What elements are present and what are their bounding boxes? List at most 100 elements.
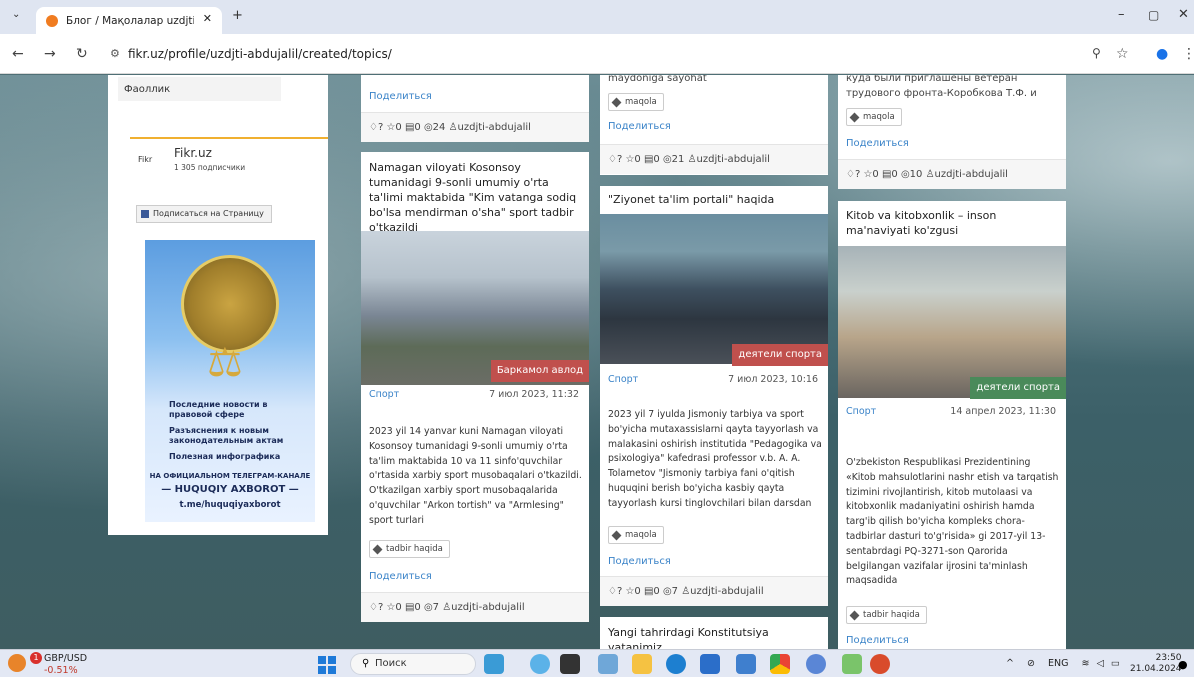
system-tray: ^ ⊘ ENG ≋ ◁ ▭ [1006, 658, 1120, 669]
chrome-icon[interactable] [770, 654, 790, 674]
tray-chevron-icon[interactable]: ^ [1006, 658, 1014, 669]
post-chip[interactable]: maqola [608, 93, 664, 111]
start-button[interactable] [318, 656, 336, 674]
volume-icon[interactable]: ◁ [1097, 658, 1104, 669]
widget-value: -0.51% [44, 665, 78, 676]
ad-item-2: Разъяснения к новым законодательным акта… [169, 426, 284, 445]
fikr-logo-icon: Fikr [138, 155, 153, 164]
share-link[interactable]: Поделиться [608, 556, 671, 567]
post-tag[interactable]: деятели спорта [970, 377, 1066, 399]
post-chip[interactable]: maqola [608, 526, 664, 544]
taskbar-app-icon[interactable] [560, 654, 580, 674]
tab-title: Блог / Мақолалар uzdjti-abdu [66, 14, 194, 27]
post-category[interactable]: Спорт [608, 374, 638, 385]
taskbar-app-icon[interactable] [484, 654, 504, 674]
restore-icon[interactable]: ▢ [1148, 8, 1159, 22]
notification-badge: 1 [30, 652, 42, 664]
post-excerpt: 2023 yil 7 iyulda Jismoniy tarbiya va sp… [608, 409, 822, 509]
taskbar-app-icon[interactable] [598, 654, 618, 674]
post-category[interactable]: Спорт [369, 389, 399, 400]
clock-date: 21.04.2024 [1130, 664, 1182, 674]
fb-subscribe-button[interactable]: Подписаться на Страницу [136, 205, 272, 223]
ad-item-3: Полезная инфографика [169, 452, 281, 461]
ad-link[interactable]: t.me/huquqiyaxborot [145, 500, 315, 510]
battery-icon[interactable]: ▭ [1111, 658, 1120, 669]
post-date: 7 июл 2023, 10:16 [728, 374, 818, 385]
post-card-next: Yangi tahrirdagi Konstitutsiya vatanimiz [600, 617, 828, 649]
post-chip[interactable]: tadbir haqida [846, 606, 927, 624]
menu-dots-icon[interactable]: ⋮ [1182, 46, 1194, 62]
bookmark-star-icon[interactable]: ☆ [1116, 46, 1129, 62]
reload-icon[interactable]: ↻ [76, 46, 88, 62]
store-icon[interactable] [700, 654, 720, 674]
ad-item-1: Последние новости в правовой сфере [169, 400, 268, 419]
post-title[interactable]: Namagan viloyati Kosonsoy tumanidagi 9-s… [369, 160, 581, 235]
search-icon: ⚲ [362, 658, 370, 669]
post-title[interactable]: "Ziyonet ta'lim portali" haqida [608, 192, 820, 207]
taskbar-clock[interactable]: 23:50 21.04.2024 [1130, 653, 1182, 675]
taskbar: 1 GBP/USD -0.51% Поиск ⚲ ^ ⊘ ENG ≋ ◁ ▭ 2… [0, 649, 1194, 677]
share-link[interactable]: Поделиться [369, 571, 432, 582]
taskbar-app-icon[interactable] [736, 654, 756, 674]
ad-channel-name: — HUQUQIY AXBOROT — [161, 484, 299, 495]
zoom-icon[interactable]: ⚲ [1092, 46, 1101, 60]
post-title[interactable]: Kitob va kitobxonlik – inson ma'naviyati… [846, 208, 1058, 238]
file-explorer-icon[interactable] [632, 654, 652, 674]
tab-list-chevron-icon[interactable]: ⌄ [12, 9, 20, 20]
post-stats: ♢? ☆0 ▤0 ◎7 ♙uzdjti-abdujalil [600, 576, 828, 606]
post-stats: ♢? ☆0 ▤0 ◎24 ♙uzdjti-abdujalil [361, 112, 589, 142]
site-favicon-icon [46, 14, 58, 27]
share-link[interactable]: Поделиться [608, 121, 671, 132]
post-tag[interactable]: Баркамол авлод [490, 360, 589, 382]
post-chip[interactable]: maqola [846, 108, 902, 126]
post-card: Kitob va kitobxonlik – inson ma'naviyati… [838, 201, 1066, 649]
post-chip[interactable]: tadbir haqida [369, 540, 450, 558]
taskbar-app-icon[interactable] [842, 654, 862, 674]
vpn-icon[interactable]: ⊘ [1027, 658, 1035, 669]
site-settings-icon[interactable]: ⚙ [110, 41, 120, 67]
browser-tab-bar: ⌄ Блог / Мақолалар uzdjti-abdu ✕ + – ▢ ✕ [0, 0, 1194, 34]
back-arrow-icon[interactable]: ← [12, 46, 24, 62]
share-link[interactable]: Поделиться [369, 91, 432, 102]
post-title[interactable]: Yangi tahrirdagi Konstitutsiya vatanimiz [608, 625, 820, 649]
post-excerpt: 2023 yil 14 yanvar kuni Namagan viloyati… [369, 426, 582, 526]
post-category[interactable]: Спорт [846, 406, 876, 417]
fb-page-name[interactable]: Fikr.uz [174, 146, 212, 160]
post-tag[interactable]: деятели спорта [732, 344, 828, 366]
emblem-icon [181, 255, 279, 353]
edge-icon[interactable] [666, 654, 686, 674]
taskbar-app-icon[interactable] [806, 654, 826, 674]
window-close-icon[interactable]: ✕ [1178, 7, 1189, 22]
browser-toolbar: ← → ↻ ⚙ fikr.uz/profile/uzdjti-abdujalil… [0, 34, 1194, 74]
wifi-icon[interactable]: ≋ [1082, 658, 1090, 669]
powerpoint-icon[interactable] [870, 654, 890, 674]
post-card-previous: куда были приглашены ветеран трудового ф… [838, 75, 1066, 189]
stock-widget-icon[interactable] [8, 654, 26, 672]
post-image[interactable] [838, 246, 1066, 398]
browser-tab[interactable]: Блог / Мақолалар uzdjti-abdu ✕ [36, 7, 222, 34]
share-link[interactable]: Поделиться [846, 138, 909, 149]
language-indicator[interactable]: ENG [1048, 658, 1068, 669]
notification-bell-icon[interactable]: ● [1178, 658, 1188, 671]
scales-icon: ⚖ [207, 340, 243, 386]
widget-title[interactable]: GBP/USD [44, 653, 87, 664]
faollik-header[interactable]: Фаоллик [118, 77, 281, 101]
clock-time: 23:50 [1155, 653, 1182, 663]
post-card-previous: maydoniga sayohat maqola Поделиться ♢? ☆… [600, 75, 828, 175]
tab-close-icon[interactable]: ✕ [203, 12, 212, 25]
post-stats: ♢? ☆0 ▤0 ◎7 ♙uzdjti-abdujalil [361, 592, 589, 622]
taskbar-app-icon[interactable] [530, 654, 550, 674]
advertisement-banner[interactable]: ⚖ Последние новости в правовой сфере Раз… [145, 240, 315, 522]
post-image[interactable] [600, 214, 828, 364]
post-excerpt-tail: maydoniga sayohat [608, 75, 707, 84]
minimize-icon[interactable]: – [1118, 7, 1125, 22]
share-link[interactable]: Поделиться [846, 635, 909, 646]
post-card-previous: Поделиться ♢? ☆0 ▤0 ◎24 ♙uzdjti-abdujali… [361, 75, 589, 142]
address-bar[interactable]: ⚙ fikr.uz/profile/uzdjti-abdujalil/creat… [104, 41, 1144, 67]
post-stats: ♢? ☆0 ▤0 ◎21 ♙uzdjti-abdujalil [600, 144, 828, 174]
new-tab-button[interactable]: + [232, 8, 243, 23]
profile-icon[interactable]: ● [1156, 46, 1168, 62]
forward-arrow-icon[interactable]: → [44, 46, 56, 62]
ad-tagline: НА ОФИЦИАЛЬНОМ ТЕЛЕГРАМ-КАНАЛЕ [149, 472, 311, 480]
post-stats: ♢? ☆0 ▤0 ◎10 ♙uzdjti-abdujalil [838, 159, 1066, 189]
